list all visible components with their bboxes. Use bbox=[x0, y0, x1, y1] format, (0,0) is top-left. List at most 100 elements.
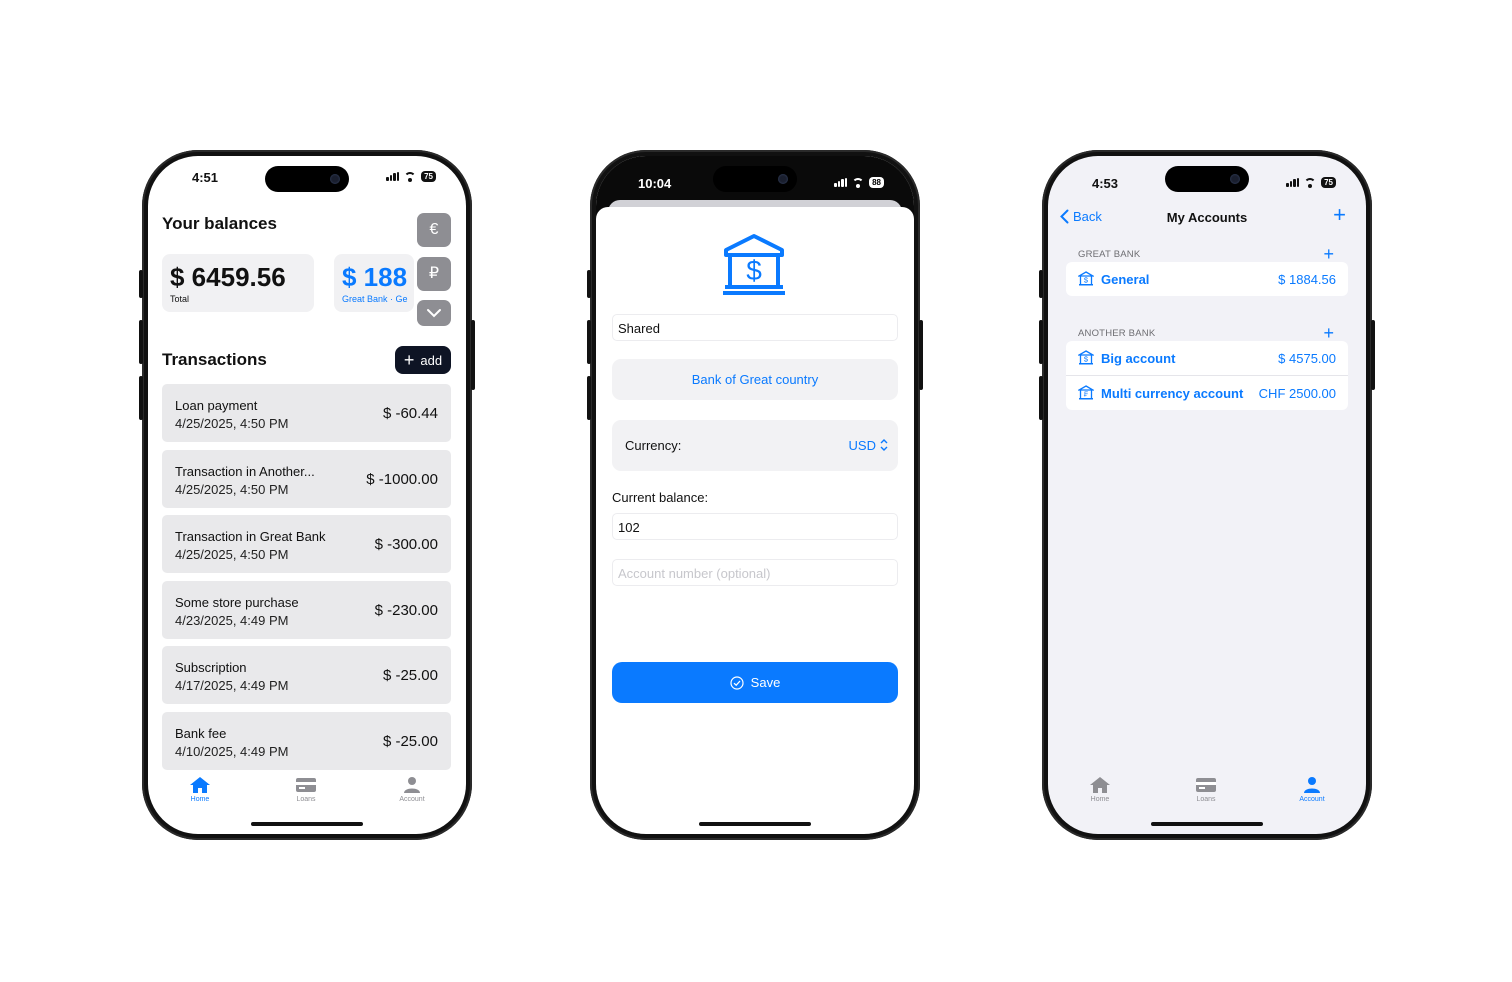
back-button[interactable]: Back bbox=[1060, 209, 1102, 224]
transaction-amount: $ -60.44 bbox=[382, 405, 438, 422]
status-time: 10:04 bbox=[638, 176, 672, 191]
screen: 4:51 75 Your balances $ 6459.56 Total $ … bbox=[148, 156, 466, 834]
balance-amount: $ 188 bbox=[342, 262, 408, 292]
svg-text:$: $ bbox=[1084, 276, 1089, 285]
balance-amount: $ 6459.56 bbox=[170, 262, 286, 292]
chevron-up-down-icon bbox=[880, 439, 888, 451]
add-great-bank-account-button[interactable]: + bbox=[1323, 245, 1334, 263]
screen: 10:04 88 $ Shared Bank of Great country … bbox=[596, 156, 914, 834]
transaction-name: Some store purchase bbox=[175, 594, 299, 610]
side-button bbox=[139, 376, 143, 420]
signal-icon bbox=[1286, 178, 1300, 187]
transaction-row[interactable]: Transaction in Another... 4/25/2025, 4:5… bbox=[162, 449, 451, 508]
side-button bbox=[919, 320, 923, 390]
wifi-icon bbox=[1304, 178, 1317, 188]
account-number-field[interactable]: Account number (optional) bbox=[612, 559, 898, 586]
add-another-bank-account-button[interactable]: + bbox=[1323, 324, 1334, 342]
transaction-row[interactable]: Transaction in Great Bank 4/25/2025, 4:5… bbox=[162, 515, 451, 573]
account-group: $ General $ 1884.56 bbox=[1066, 262, 1348, 296]
battery-icon: 75 bbox=[1321, 177, 1336, 188]
transactions-heading: Transactions bbox=[162, 350, 267, 369]
bank-icon: $ bbox=[1078, 271, 1094, 286]
tab-account[interactable]: Account bbox=[1282, 776, 1342, 803]
form-sheet: $ Shared Bank of Great country Currency:… bbox=[596, 207, 914, 834]
account-name: Big account bbox=[1101, 351, 1176, 366]
account-row[interactable]: $ General $ 1884.56 bbox=[1066, 262, 1348, 296]
card-icon bbox=[296, 778, 316, 792]
battery-icon: 88 bbox=[869, 177, 884, 188]
tab-label: Account bbox=[1299, 796, 1325, 803]
ruble-currency-button[interactable]: ₽ bbox=[417, 257, 451, 291]
transaction-name: Subscription bbox=[175, 660, 247, 675]
tab-bar: Home Loans Account bbox=[1048, 776, 1366, 816]
transaction-row[interactable]: Subscription 4/17/2025, 4:49 PM $ -25.00 bbox=[162, 646, 451, 704]
transaction-row[interactable]: Loan payment 4/25/2025, 4:50 PM $ -60.44 bbox=[162, 384, 451, 442]
transaction-date: 4/25/2025, 4:50 PM bbox=[175, 481, 289, 497]
tab-label: Home bbox=[190, 796, 210, 803]
status-bar: 4:53 75 bbox=[1048, 170, 1366, 191]
side-button bbox=[1039, 270, 1043, 298]
transaction-row[interactable]: Bank fee 4/10/2025, 4:49 PM $ -25.00 bbox=[162, 711, 451, 770]
current-balance-field[interactable]: 102 bbox=[612, 513, 898, 540]
balance-card-great-bank[interactable]: $ 188 Great Bank · Ge bbox=[334, 254, 414, 312]
euro-currency-button[interactable]: € bbox=[417, 213, 451, 247]
account-row[interactable]: $ Big account $ 4575.00 bbox=[1066, 341, 1348, 375]
svg-text:$: $ bbox=[746, 255, 762, 286]
account-group: $ Big account $ 4575.00 ₣ Multi currency… bbox=[1066, 341, 1348, 410]
bank-icon: ₣ bbox=[1078, 385, 1094, 400]
currency-picker-row[interactable]: Currency: USD bbox=[612, 420, 898, 471]
select-bank-button[interactable]: Bank of Great country bbox=[612, 359, 898, 400]
side-button bbox=[587, 270, 591, 298]
add-transaction-button[interactable]: + add bbox=[395, 346, 451, 374]
svg-text:₣: ₣ bbox=[1084, 390, 1088, 399]
tab-home[interactable]: Home bbox=[1070, 776, 1130, 803]
transaction-name: Bank fee bbox=[175, 725, 227, 741]
wifi-icon bbox=[404, 172, 417, 182]
tab-home[interactable]: Home bbox=[170, 776, 230, 803]
balance-label: Total bbox=[170, 294, 190, 304]
balance-card-total[interactable]: $ 6459.56 Total bbox=[162, 254, 314, 312]
status-bar: 10:04 88 bbox=[596, 170, 914, 191]
side-button bbox=[1039, 320, 1043, 364]
house-icon bbox=[1090, 777, 1110, 793]
tab-loans[interactable]: Loans bbox=[276, 776, 336, 803]
add-account-button[interactable]: + bbox=[1333, 202, 1346, 228]
add-label: add bbox=[420, 352, 443, 368]
transaction-row[interactable]: Some store purchase 4/23/2025, 4:49 PM $… bbox=[162, 580, 451, 639]
status-bar: 4:51 75 bbox=[148, 170, 466, 190]
phone-home: 4:51 75 Your balances $ 6459.56 Total $ … bbox=[139, 150, 475, 840]
save-button[interactable]: Save bbox=[612, 662, 898, 703]
tab-bar: Home Loans Account bbox=[148, 776, 466, 816]
phone-my-accounts: 4:53 75 My Accounts Back + GREAT BANK + … bbox=[1039, 150, 1375, 840]
currency-value: USD bbox=[848, 438, 876, 453]
chevron-down-icon bbox=[427, 308, 441, 318]
transaction-name: Transaction in Another... bbox=[175, 463, 315, 479]
side-button bbox=[139, 270, 143, 298]
home-indicator bbox=[251, 822, 363, 826]
tab-label: Loans bbox=[296, 796, 316, 803]
status-time: 4:51 bbox=[192, 170, 219, 185]
home-indicator bbox=[699, 822, 811, 826]
transaction-amount: $ -300.00 bbox=[374, 536, 438, 553]
expand-currencies-button[interactable] bbox=[417, 300, 451, 326]
account-row[interactable]: ₣ Multi currency account CHF 2500.00 bbox=[1066, 375, 1348, 410]
account-balance: CHF 2500.00 bbox=[1258, 386, 1336, 401]
tab-label: Account bbox=[399, 796, 425, 803]
transaction-date: 4/23/2025, 4:49 PM bbox=[175, 612, 289, 628]
signal-icon bbox=[386, 172, 400, 181]
back-label: Back bbox=[1073, 209, 1102, 224]
account-name-field[interactable]: Shared bbox=[612, 314, 898, 341]
section-header: ANOTHER BANK bbox=[1078, 328, 1156, 339]
transaction-amount: $ -25.00 bbox=[382, 732, 438, 750]
tab-loans[interactable]: Loans bbox=[1176, 776, 1236, 803]
tab-account[interactable]: Account bbox=[382, 776, 442, 803]
phone-account-form: 10:04 88 $ Shared Bank of Great country … bbox=[587, 150, 923, 840]
side-button bbox=[1039, 376, 1043, 420]
balance-label: Great Bank · Ge bbox=[342, 294, 408, 304]
side-button bbox=[587, 376, 591, 420]
side-button bbox=[139, 320, 143, 364]
status-time: 4:53 bbox=[1092, 176, 1119, 191]
transaction-name: Loan payment bbox=[175, 398, 258, 413]
transaction-date: 4/25/2025, 4:50 PM bbox=[175, 416, 289, 431]
transaction-name: Transaction in Great Bank bbox=[175, 529, 326, 544]
